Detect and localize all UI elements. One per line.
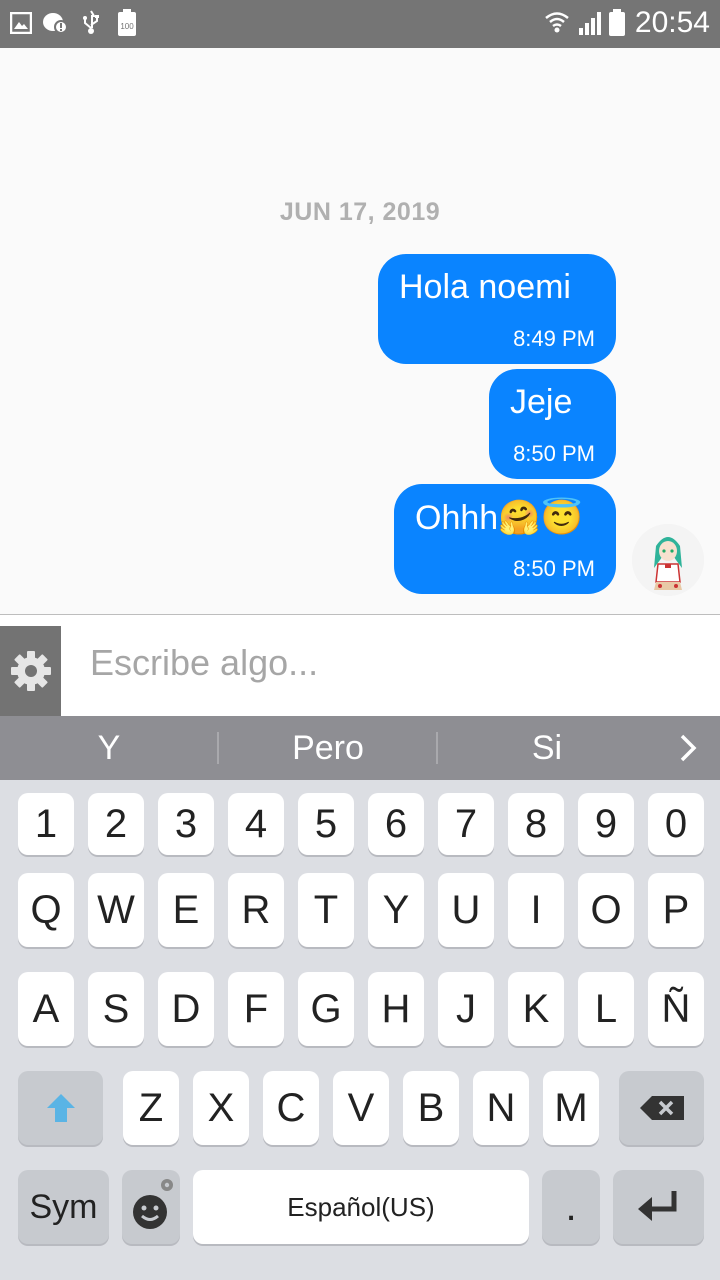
sym-key[interactable]: Sym	[18, 1170, 109, 1244]
gallery-icon	[8, 10, 34, 36]
message-bubble[interactable]: Hola noemi 8:49 PM	[378, 254, 616, 364]
key-2[interactable]: 2	[88, 793, 144, 855]
composer-bar	[0, 615, 720, 716]
key-t[interactable]: T	[298, 873, 354, 947]
key-f[interactable]: F	[228, 972, 284, 1046]
key-l[interactable]: L	[578, 972, 634, 1046]
message-input[interactable]	[90, 633, 690, 693]
key-x[interactable]: X	[193, 1071, 249, 1145]
key-d[interactable]: D	[158, 972, 214, 1046]
key-5[interactable]: 5	[298, 793, 354, 855]
key-k[interactable]: K	[508, 972, 564, 1046]
key-0[interactable]: 0	[648, 793, 704, 855]
signal-icon	[576, 10, 606, 36]
keyboard: 1234567890 QWERTYUIOP ASDFGHJKLÑ ZXCVBNM…	[0, 780, 720, 1280]
notification-alert-icon	[42, 10, 68, 36]
key-r[interactable]: R	[228, 873, 284, 947]
key-b[interactable]: B	[403, 1071, 459, 1145]
key-z[interactable]: Z	[123, 1071, 179, 1145]
settings-button[interactable]	[0, 626, 61, 716]
key-p[interactable]: P	[648, 873, 704, 947]
message-bubble[interactable]: Jeje 8:50 PM	[489, 369, 616, 479]
emoji-key[interactable]	[122, 1170, 180, 1244]
key-u[interactable]: U	[438, 873, 494, 947]
backspace-icon	[639, 1096, 684, 1120]
enter-key[interactable]	[613, 1170, 704, 1244]
message-text: Jeje	[510, 383, 573, 421]
backspace-key[interactable]	[619, 1071, 704, 1145]
enter-icon	[637, 1191, 676, 1221]
key-y[interactable]: Y	[368, 873, 424, 947]
key-j[interactable]: J	[438, 972, 494, 1046]
space-key[interactable]: Español(US)	[193, 1170, 529, 1244]
key-ñ[interactable]: Ñ	[648, 972, 704, 1046]
key-s[interactable]: S	[88, 972, 144, 1046]
message-bubble[interactable]: Ohhh🤗😇 8:50 PM	[394, 484, 616, 594]
key-v[interactable]: V	[333, 1071, 389, 1145]
suggestion-item[interactable]: Pero	[219, 716, 437, 780]
battery-full-icon: 100	[114, 9, 140, 36]
chevron-right-icon[interactable]	[670, 730, 706, 766]
key-o[interactable]: O	[578, 873, 634, 947]
gear-icon	[10, 651, 51, 691]
message-time: 8:50 PM	[513, 556, 595, 581]
battery-icon	[607, 9, 627, 36]
key-g[interactable]: G	[298, 972, 354, 1046]
key-q[interactable]: Q	[18, 873, 74, 947]
key-n[interactable]: N	[473, 1071, 529, 1145]
suggestion-item[interactable]: Si	[438, 716, 656, 780]
wifi-icon	[544, 10, 570, 36]
key-9[interactable]: 9	[578, 793, 634, 855]
key-a[interactable]: A	[18, 972, 74, 1046]
date-separator: JUN 17, 2019	[279, 198, 441, 226]
status-time: 20:54	[634, 6, 710, 39]
message-time: 8:49 PM	[513, 326, 595, 351]
key-w[interactable]: W	[88, 873, 144, 947]
shift-key[interactable]	[18, 1071, 103, 1145]
key-4[interactable]: 4	[228, 793, 284, 855]
emoji-settings-icon	[133, 1179, 173, 1229]
suggestion-strip: Y Pero Si	[0, 716, 720, 780]
key-m[interactable]: M	[543, 1071, 599, 1145]
key-e[interactable]: E	[158, 873, 214, 947]
status-bar: 100 20:54	[0, 0, 720, 48]
key-1[interactable]: 1	[18, 793, 74, 855]
message-time: 8:50 PM	[513, 441, 595, 466]
key-h[interactable]: H	[368, 972, 424, 1046]
key-6[interactable]: 6	[368, 793, 424, 855]
key-7[interactable]: 7	[438, 793, 494, 855]
key-i[interactable]: I	[508, 873, 564, 947]
chat-thread[interactable]: JUN 17, 2019 Hola noemi 8:49 PM Jeje 8:5…	[0, 48, 720, 614]
shift-arrow-icon	[46, 1094, 75, 1122]
message-text: Hola noemi	[399, 268, 571, 306]
message-text: Ohhh🤗😇	[415, 499, 583, 537]
key-c[interactable]: C	[263, 1071, 319, 1145]
key-8[interactable]: 8	[508, 793, 564, 855]
key-3[interactable]: 3	[158, 793, 214, 855]
avatar[interactable]	[632, 524, 704, 596]
period-key[interactable]: .	[542, 1170, 600, 1244]
battery-level-label: 100	[120, 22, 134, 31]
suggestion-item[interactable]: Y	[0, 716, 218, 780]
usb-icon	[78, 10, 104, 36]
